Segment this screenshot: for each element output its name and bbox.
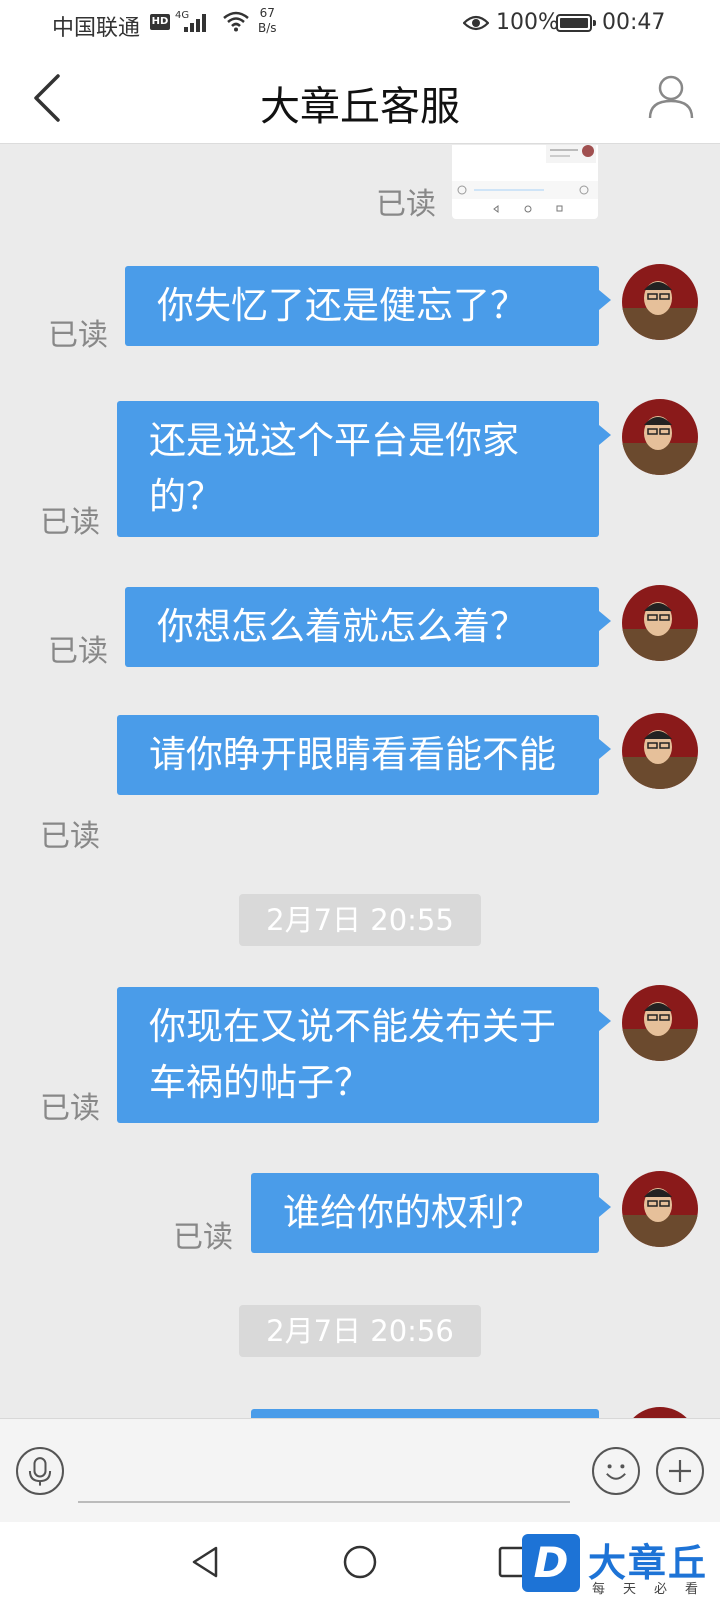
eye-comfort-icon: [463, 15, 489, 31]
timestamp: 2月7日 20:55: [239, 894, 481, 946]
avatar-photo-icon: [622, 713, 698, 789]
nav-home-icon[interactable]: [340, 1542, 380, 1582]
network-speed-unit: B/s: [258, 21, 277, 35]
avatar-photo-icon: [622, 1407, 698, 1418]
brand-logo-icon: D: [522, 1534, 580, 1592]
message-bubble[interactable]: 谁给你的权利？: [251, 1173, 611, 1253]
carrier-name: 中国联通: [52, 16, 141, 41]
message-bubble[interactable]: 请你睁开眼睛看看能不能: [117, 715, 611, 795]
message-bubble[interactable]: 你失忆了还是健忘了？: [125, 266, 611, 346]
network-speed: 67 B/s: [258, 6, 277, 36]
avatar-photo-icon: [622, 264, 698, 340]
message-bubble[interactable]: 你想怎么着就怎么着？: [125, 587, 611, 667]
avatar[interactable]: [622, 985, 698, 1061]
wifi-icon: [223, 11, 249, 32]
mic-icon[interactable]: [16, 1447, 64, 1495]
avatar-photo-icon: [622, 1171, 698, 1247]
read-receipt: 已读: [40, 819, 100, 854]
message-input[interactable]: [78, 1439, 570, 1503]
emoji-icon[interactable]: [592, 1447, 640, 1495]
avatar[interactable]: [622, 713, 698, 789]
avatar[interactable]: [622, 1171, 698, 1247]
read-receipt: 已读: [48, 634, 108, 669]
network-speed-value: 67: [259, 6, 275, 20]
battery-icon: [556, 14, 596, 32]
user-icon[interactable]: [646, 72, 696, 122]
brand-slogan: 每天必看: [592, 1582, 717, 1597]
plus-icon[interactable]: [656, 1447, 704, 1495]
read-receipt: 已读: [376, 187, 436, 222]
avatar[interactable]: [622, 585, 698, 661]
hd-badge: HD: [150, 14, 170, 30]
screenshot-thumbnail-icon: [452, 145, 598, 213]
avatar-photo-icon: [622, 585, 698, 661]
read-receipt: 已读: [40, 1091, 100, 1126]
page-title: 大章丘客服: [260, 84, 460, 130]
avatar[interactable]: [622, 399, 698, 475]
signal-icon: [184, 14, 210, 32]
message-list[interactable]: 已读 已读 你失忆了还是健忘了？ 已读 还是说这个平台是你家的？ 已读 你想怎么…: [0, 145, 720, 1418]
read-receipt: 已读: [40, 505, 100, 540]
avatar-photo-icon: [622, 399, 698, 475]
input-bar: [0, 1418, 720, 1522]
timestamp: 2月7日 20:56: [239, 1305, 481, 1357]
avatar[interactable]: [622, 264, 698, 340]
read-receipt: 已读: [173, 1220, 233, 1255]
brand-watermark: D 大章丘 每天必看: [522, 1530, 720, 1598]
avatar[interactable]: [622, 1407, 698, 1418]
chat-header: 大章丘客服: [0, 52, 720, 144]
avatar-photo-icon: [622, 985, 698, 1061]
read-receipt: 已读: [48, 318, 108, 353]
clock: 00:47: [602, 10, 666, 35]
message-bubble[interactable]: 你现在又说不能发布关于车祸的帖子？: [117, 987, 611, 1123]
message-bubble[interactable]: 还是说这个平台是你家的？: [117, 401, 611, 537]
image-message-thumbnail[interactable]: [452, 145, 598, 219]
nav-back-icon[interactable]: [186, 1542, 226, 1582]
message-bubble-partial[interactable]: [251, 1409, 599, 1418]
status-bar: 中国联通 HD 4G 67 B/s 100% 00:47: [0, 0, 720, 52]
battery-percent: 100%: [496, 10, 559, 35]
